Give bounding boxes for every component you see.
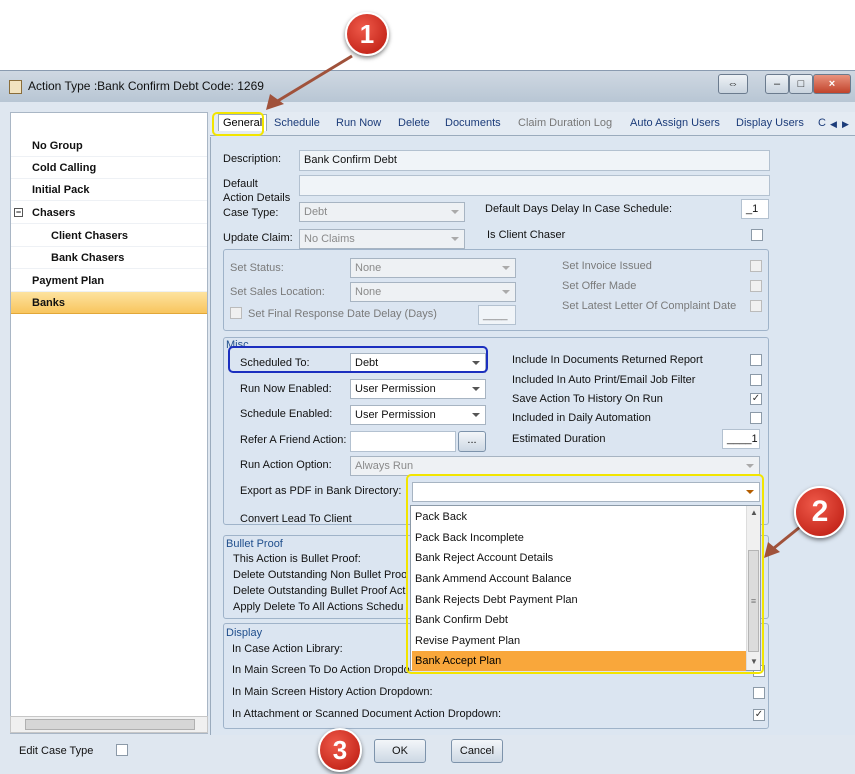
step-3-callout: 3 xyxy=(318,728,362,772)
callout-arrowhead-1 xyxy=(266,94,284,110)
step-1-callout: 1 xyxy=(345,12,389,56)
callout-arrow-1 xyxy=(275,54,353,104)
step-2-callout: 2 xyxy=(794,486,846,538)
callout-arrow-2 xyxy=(773,525,801,550)
annotation-arrows xyxy=(266,54,801,558)
